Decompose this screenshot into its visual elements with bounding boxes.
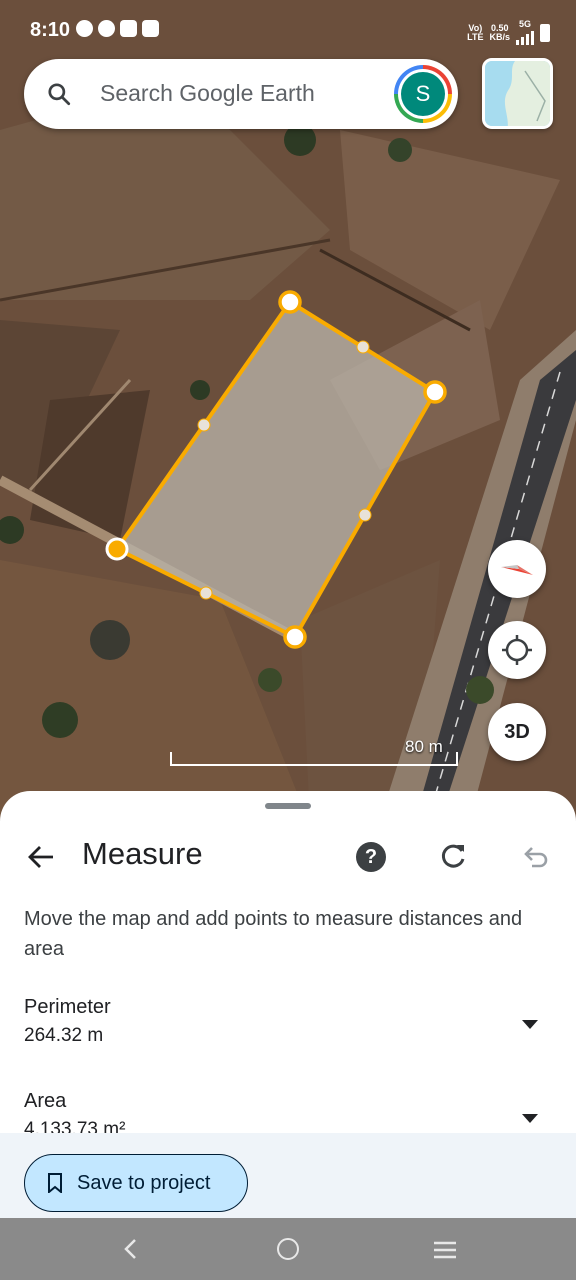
compass-icon bbox=[501, 565, 533, 575]
sheet-footer: Save to project bbox=[0, 1133, 576, 1218]
area-unit-dropdown-icon[interactable] bbox=[522, 1114, 538, 1123]
perimeter-unit-dropdown-icon[interactable] bbox=[522, 1020, 538, 1029]
help-icon[interactable]: ? bbox=[356, 842, 386, 872]
system-icons: Vo) LTE 0.50 KB/s 5G bbox=[467, 20, 550, 45]
save-to-project-button[interactable]: Save to project bbox=[24, 1154, 248, 1212]
compass-button[interactable] bbox=[488, 540, 546, 598]
battery-icon bbox=[540, 23, 550, 42]
nav-home-icon[interactable] bbox=[277, 1238, 299, 1260]
crosshair-icon bbox=[502, 635, 532, 665]
account-avatar-button[interactable]: S bbox=[394, 65, 452, 123]
drag-handle[interactable] bbox=[265, 803, 311, 809]
search-icon bbox=[48, 83, 71, 106]
scale-bar bbox=[170, 752, 458, 766]
signal-icon bbox=[516, 29, 534, 45]
perimeter-row[interactable]: Perimeter 264.32 m bbox=[24, 996, 552, 1047]
three-d-label: 3D bbox=[504, 720, 530, 743]
map-style-thumbnail[interactable] bbox=[482, 58, 553, 129]
search-bar[interactable]: Search Google Earth S bbox=[24, 59, 458, 129]
nav-recents-icon[interactable] bbox=[433, 1241, 457, 1259]
minimap-icon bbox=[485, 61, 550, 126]
network-speed: 0.50 KB/s bbox=[489, 22, 510, 42]
perimeter-label: Perimeter bbox=[24, 996, 111, 1018]
instruction-text: Move the map and add points to measure d… bbox=[24, 908, 523, 960]
bookmark-icon bbox=[48, 1173, 62, 1193]
satellite-map[interactable]: 8:10 Vo) LTE 0.50 KB/s 5G Search Google … bbox=[0, 0, 576, 820]
system-nav-bar bbox=[0, 1218, 576, 1280]
save-label: Save to project bbox=[77, 1171, 211, 1194]
status-bar: 8:10 Vo) LTE 0.50 KB/s 5G bbox=[0, 0, 576, 60]
search-placeholder[interactable]: Search Google Earth bbox=[100, 80, 315, 107]
app-icon bbox=[120, 20, 137, 37]
area-label: Area bbox=[24, 1090, 67, 1112]
chat-icon bbox=[98, 20, 115, 37]
avatar-letter: S bbox=[401, 72, 445, 116]
volte-indicator: Vo) LTE bbox=[467, 22, 484, 42]
notification-icons bbox=[76, 20, 159, 37]
sheet-title: Measure bbox=[82, 836, 203, 871]
network-type: 5G bbox=[516, 20, 534, 45]
back-arrow-icon[interactable] bbox=[26, 842, 56, 872]
perimeter-value: 264.32 m bbox=[24, 1025, 104, 1046]
toggle-3d-button[interactable]: 3D bbox=[488, 703, 546, 761]
refresh-icon[interactable] bbox=[438, 841, 468, 871]
whatsapp-icon bbox=[76, 20, 93, 37]
mail-icon bbox=[142, 20, 159, 37]
my-location-button[interactable] bbox=[488, 621, 546, 679]
nav-back-icon[interactable] bbox=[120, 1238, 142, 1260]
status-time: 8:10 bbox=[30, 19, 71, 41]
undo-icon[interactable] bbox=[520, 842, 550, 872]
